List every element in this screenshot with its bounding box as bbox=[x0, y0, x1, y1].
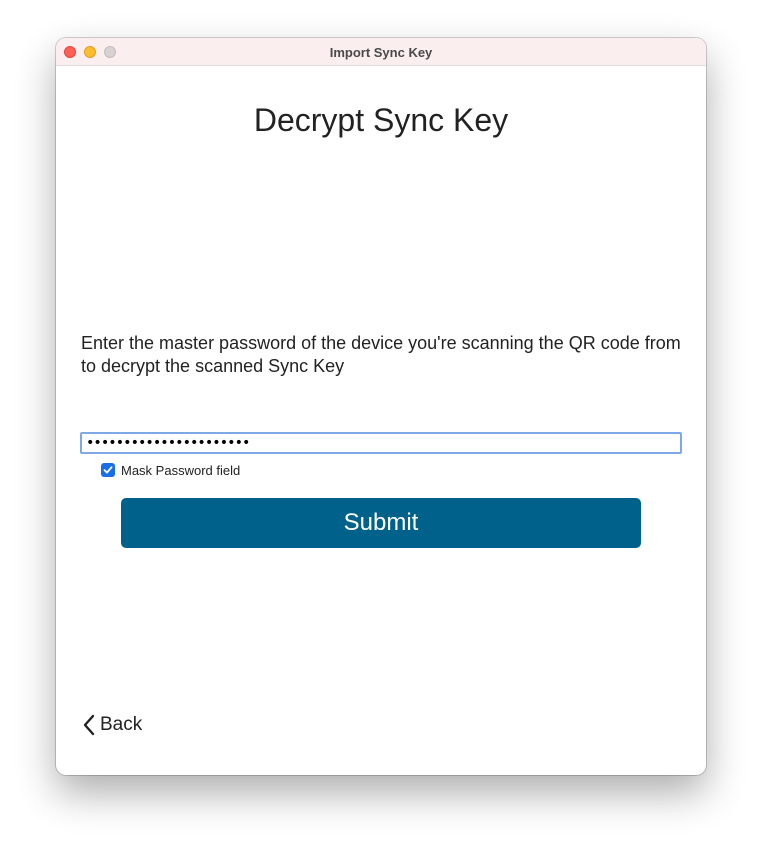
checkmark-icon bbox=[103, 466, 113, 474]
submit-button[interactable]: Submit bbox=[121, 498, 641, 548]
mask-password-label: Mask Password field bbox=[121, 462, 241, 478]
back-button[interactable]: Back bbox=[82, 713, 142, 737]
page-title: Decrypt Sync Key bbox=[253, 102, 509, 138]
window-title: Import Sync Key bbox=[329, 45, 433, 60]
chevron-left-icon bbox=[83, 714, 95, 736]
mask-password-option[interactable]: Mask Password field bbox=[101, 462, 240, 478]
app-window: Import Sync Key Decrypt Sync Key Enter t… bbox=[56, 38, 706, 775]
title-bar: Import Sync Key bbox=[56, 38, 706, 66]
instructions-text: Enter the master password of the device … bbox=[81, 333, 681, 376]
master-password-input[interactable] bbox=[80, 432, 682, 454]
back-label: Back bbox=[100, 714, 143, 735]
mask-password-checkbox[interactable] bbox=[101, 463, 115, 477]
